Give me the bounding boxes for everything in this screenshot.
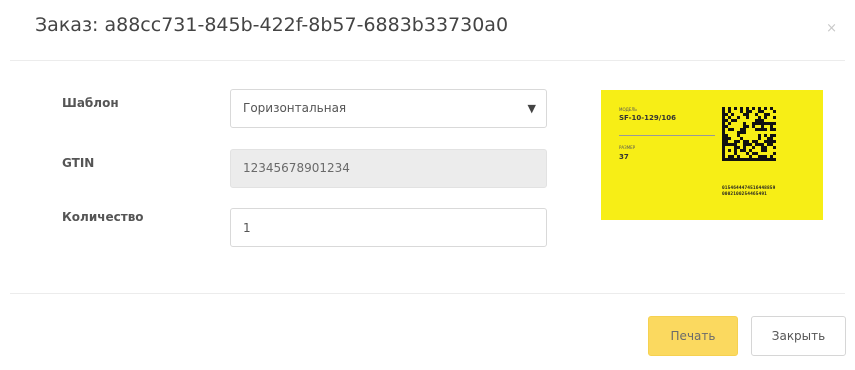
order-modal: Заказ: a88cc731-845b-422f-8b57-6883b3373… <box>0 0 855 370</box>
datamatrix-code-icon <box>722 107 776 161</box>
quantity-label: Количество <box>62 210 144 224</box>
modal-title: Заказ: a88cc731-845b-422f-8b57-6883b3373… <box>35 14 509 36</box>
preview-code-line: 0154644474516448859 <box>722 186 776 191</box>
footer-divider <box>10 293 845 294</box>
chevron-down-icon: ▼ <box>527 102 536 115</box>
quantity-field[interactable] <box>230 208 547 247</box>
gtin-label: GTIN <box>62 156 95 170</box>
print-button[interactable]: Печать <box>648 316 738 356</box>
preview-divider <box>619 135 715 136</box>
preview-size-caption: РАЗМЕР <box>619 145 636 150</box>
template-select-value: Горизонтальная <box>243 101 347 115</box>
preview-code-line: 0002100254465491 <box>722 192 767 197</box>
preview-model: SF-10-129/106 <box>619 114 676 122</box>
close-icon[interactable]: × <box>826 22 837 35</box>
header-divider <box>10 60 845 61</box>
template-label: Шаблон <box>62 96 119 110</box>
template-select[interactable]: Горизонтальная ▼ <box>230 89 547 128</box>
preview-model-caption: МОДЕЛЬ <box>619 107 638 112</box>
close-button[interactable]: Закрыть <box>751 316 846 356</box>
preview-size: 37 <box>619 153 629 161</box>
gtin-field: 12345678901234 <box>230 149 547 188</box>
label-preview: МОДЕЛЬ SF-10-129/106 РАЗМЕР 37 015464447… <box>601 90 823 220</box>
